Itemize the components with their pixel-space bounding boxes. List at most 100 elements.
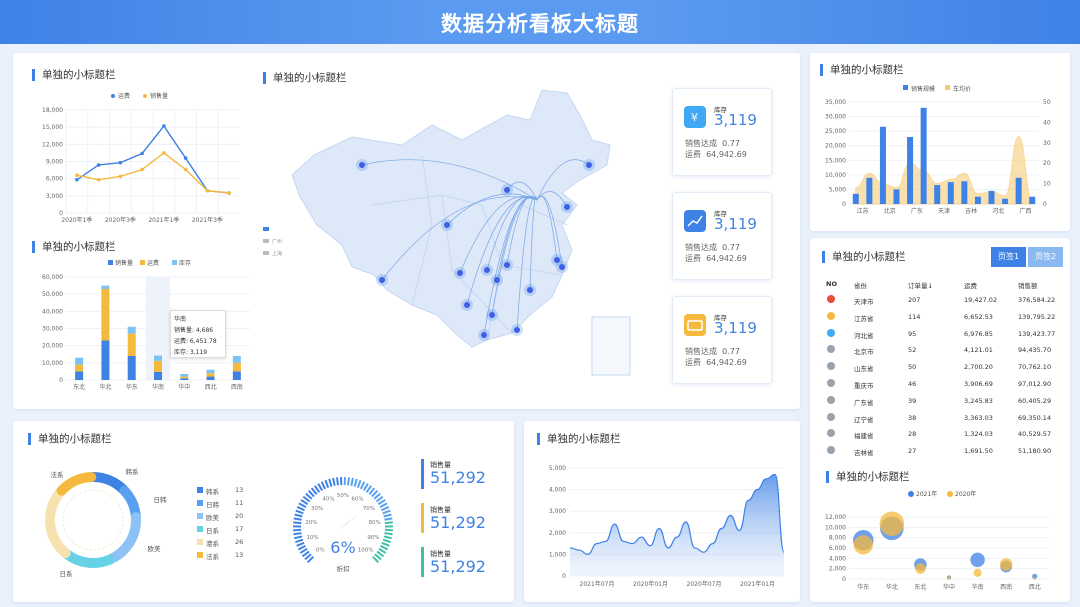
city-dot xyxy=(484,267,490,273)
legend-swatch xyxy=(197,526,203,532)
y2-tick-label: 10 xyxy=(1043,181,1051,188)
x-tick-label: 2021年1季 xyxy=(148,216,179,224)
gauge-tick xyxy=(298,502,307,509)
table-row[interactable]: 天津市 207 19,427.02 376,584.22 xyxy=(822,293,1062,309)
y-tick-label: 0 xyxy=(842,576,846,583)
area-chart: 5,000 4,000 3,000 2,000 1,000 0 2021年07月 2020年0… xyxy=(549,465,785,588)
donut-slice xyxy=(119,485,141,521)
y-tick-label: 25,000 xyxy=(825,128,846,135)
medal-icon xyxy=(827,345,835,354)
gauge-tick xyxy=(382,538,391,544)
table-row[interactable]: 吉林省 27 1,691.50 51,180.90 xyxy=(822,444,1062,460)
gauge-tick xyxy=(317,483,324,492)
tab-page-1[interactable]: 页签1 xyxy=(991,247,1026,267)
map-title: 单独的小标题栏 xyxy=(263,72,347,84)
bar-segment xyxy=(206,373,215,377)
gauge-tick xyxy=(379,502,388,509)
table-row[interactable]: 广东省 39 3,245.83 60,405.29 xyxy=(822,394,1062,410)
gauge-tick xyxy=(293,521,302,525)
y-tick-label: 1,000 xyxy=(549,551,566,558)
col-fee: 运费 xyxy=(964,282,977,290)
table-row[interactable]: 重庆市 46 3,906.69 97,012.90 xyxy=(822,377,1062,393)
cell-province: 福建省 xyxy=(854,432,874,441)
bar xyxy=(947,182,954,204)
bar xyxy=(866,177,873,204)
table-row[interactable]: 山东省 50 2,700.20 70,762.10 xyxy=(822,360,1062,376)
city-dot xyxy=(514,327,520,333)
bar xyxy=(961,181,968,204)
table-row[interactable]: 河北省 95 6,976.85 139,423.77 xyxy=(822,327,1062,343)
y-tick-label: 0 xyxy=(842,201,846,208)
bubble xyxy=(915,563,926,574)
legend-name: 韩系 xyxy=(206,488,219,496)
kpi-fee: 64,942.69 xyxy=(706,358,747,367)
legend-label: 2021年 xyxy=(916,490,937,498)
table-row[interactable]: 江苏省 114 6,652.53 139,795.22 xyxy=(822,310,1062,326)
city-dot xyxy=(464,302,470,308)
x-tick-label: 2021年3季 xyxy=(192,216,223,224)
x-tick-label: 华南 xyxy=(152,383,164,391)
kpi-fee-row: 运费 64,942.69 xyxy=(685,357,747,368)
kpi-rate-row: 销售达成 0.77 xyxy=(685,346,740,357)
bar-segment xyxy=(232,355,241,363)
bubble xyxy=(853,535,873,555)
cell-orders: 95 xyxy=(908,329,917,338)
kpi-value: 3,119 xyxy=(714,111,757,129)
gauge-tick xyxy=(347,477,350,486)
gauge-tick xyxy=(295,538,304,544)
svg-text:¥: ¥ xyxy=(691,111,698,124)
gauge-label: 90% xyxy=(367,535,379,541)
y-tick-label: 5,000 xyxy=(829,186,846,193)
city-dot xyxy=(586,162,592,168)
table-row[interactable]: 辽宁省 38 3,363.03 69,350.14 xyxy=(822,411,1062,427)
cell-province: 天津市 xyxy=(854,298,874,306)
bar xyxy=(974,196,981,204)
kpi-value: 3,119 xyxy=(714,215,757,233)
kpi-rate: 0.77 xyxy=(722,347,740,356)
cell-province: 山东省 xyxy=(854,365,874,374)
bar xyxy=(879,126,886,204)
cell-orders: 28 xyxy=(908,430,917,439)
city-dot xyxy=(359,162,365,168)
legend-swatch xyxy=(197,539,203,545)
gauge-tick xyxy=(384,532,393,536)
data-point xyxy=(75,178,79,182)
legend-label: 库存 xyxy=(179,259,191,267)
tab-page-2[interactable]: 页签2 xyxy=(1028,247,1063,267)
city-dot xyxy=(379,277,385,283)
cell-province: 重庆市 xyxy=(854,382,874,390)
cell-province: 广东省 xyxy=(854,398,874,407)
cell-fee: 3,363.03 xyxy=(964,413,993,422)
y-tick-label: 3,000 xyxy=(46,193,63,200)
x-tick-label: 吉林 xyxy=(965,207,977,215)
table-row[interactable]: 福建省 28 1,324.03 40,529.57 xyxy=(822,427,1062,443)
medal-icon xyxy=(827,412,835,421)
y-tick-label: 9,000 xyxy=(46,159,63,166)
table-row[interactable]: 北京市 52 4,121.01 94,435.70 xyxy=(822,343,1062,359)
bubble xyxy=(973,568,982,577)
legend-marker xyxy=(111,94,115,98)
y-tick-label: 35,000 xyxy=(825,99,846,106)
gauge-tick xyxy=(377,499,386,506)
bar-segment xyxy=(101,285,110,290)
bar-segment xyxy=(180,373,189,377)
cell-orders: 52 xyxy=(908,346,917,355)
city-dot xyxy=(527,287,533,293)
kpi-rate-label: 销售达成 xyxy=(685,347,717,356)
legend-value: 17 xyxy=(235,525,244,533)
bubble-chart-title: 单独的小标题栏 xyxy=(826,471,910,483)
legend-label: 运费 xyxy=(147,259,159,267)
page-title: 数据分析看板大标题 xyxy=(441,12,639,36)
data-point xyxy=(162,124,166,128)
kpi-fee-label: 运费 xyxy=(685,150,701,159)
gauge-label: 80% xyxy=(368,520,380,526)
stat-bar xyxy=(421,547,424,577)
cell-sales: 70,762.10 xyxy=(1018,363,1052,372)
bar xyxy=(1002,198,1009,204)
gauge-tick xyxy=(328,478,333,487)
bubble xyxy=(879,511,905,536)
col-orders[interactable]: 订单量↓ xyxy=(908,280,933,290)
bubble xyxy=(1033,577,1036,580)
bar-segment xyxy=(75,371,84,380)
kpi-value: 3,119 xyxy=(714,319,757,337)
